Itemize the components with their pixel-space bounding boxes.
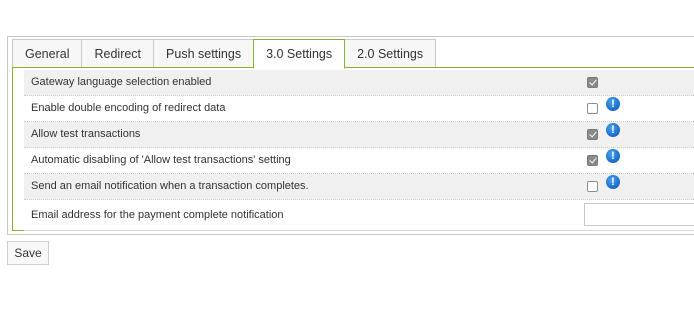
tab-redirect[interactable]: Redirect (81, 39, 155, 68)
info-icon[interactable]: ! (606, 97, 620, 111)
setting-label: Email address for the payment complete n… (31, 209, 284, 221)
setting-row-email-notification: Send an email notification when a transa… (24, 174, 694, 200)
double-encoding-checkbox[interactable] (587, 103, 598, 114)
tab-2-0-settings[interactable]: 2.0 Settings (344, 39, 437, 68)
setting-label: Gateway language selection enabled (31, 76, 212, 88)
setting-label: Send an email notification when a transa… (31, 180, 309, 192)
info-icon[interactable]: ! (606, 175, 620, 189)
auto-disable-test-checkbox[interactable] (587, 155, 598, 166)
email-notification-checkbox[interactable] (587, 181, 598, 192)
gateway-language-checkbox[interactable] (587, 77, 598, 88)
tab-3-0-settings[interactable]: 3.0 Settings (253, 39, 346, 69)
settings-list: Gateway language selection enabled Enabl… (24, 70, 694, 231)
tab-push-settings[interactable]: Push settings (153, 39, 255, 68)
save-button[interactable]: Save (7, 241, 49, 265)
tab-content: Gateway language selection enabled Enabl… (12, 67, 694, 231)
setting-row-email-address: Email address for the payment complete n… (24, 200, 694, 231)
info-icon[interactable]: ! (606, 123, 620, 137)
info-icon[interactable]: ! (606, 149, 620, 163)
tab-general[interactable]: General (12, 39, 83, 68)
setting-row-gateway-language: Gateway language selection enabled (24, 70, 694, 96)
email-address-input[interactable] (584, 203, 694, 226)
allow-test-transactions-checkbox[interactable] (587, 129, 598, 140)
setting-label: Automatic disabling of 'Allow test trans… (31, 154, 291, 166)
setting-row-double-encoding: Enable double encoding of redirect data … (24, 96, 694, 122)
setting-label: Allow test transactions (31, 128, 141, 140)
setting-row-allow-test-transactions: Allow test transactions ! (24, 122, 694, 148)
setting-label: Enable double encoding of redirect data (31, 102, 226, 114)
setting-row-auto-disable-test: Automatic disabling of 'Allow test trans… (24, 148, 694, 174)
tab-bar: General Redirect Push settings 3.0 Setti… (12, 39, 437, 69)
